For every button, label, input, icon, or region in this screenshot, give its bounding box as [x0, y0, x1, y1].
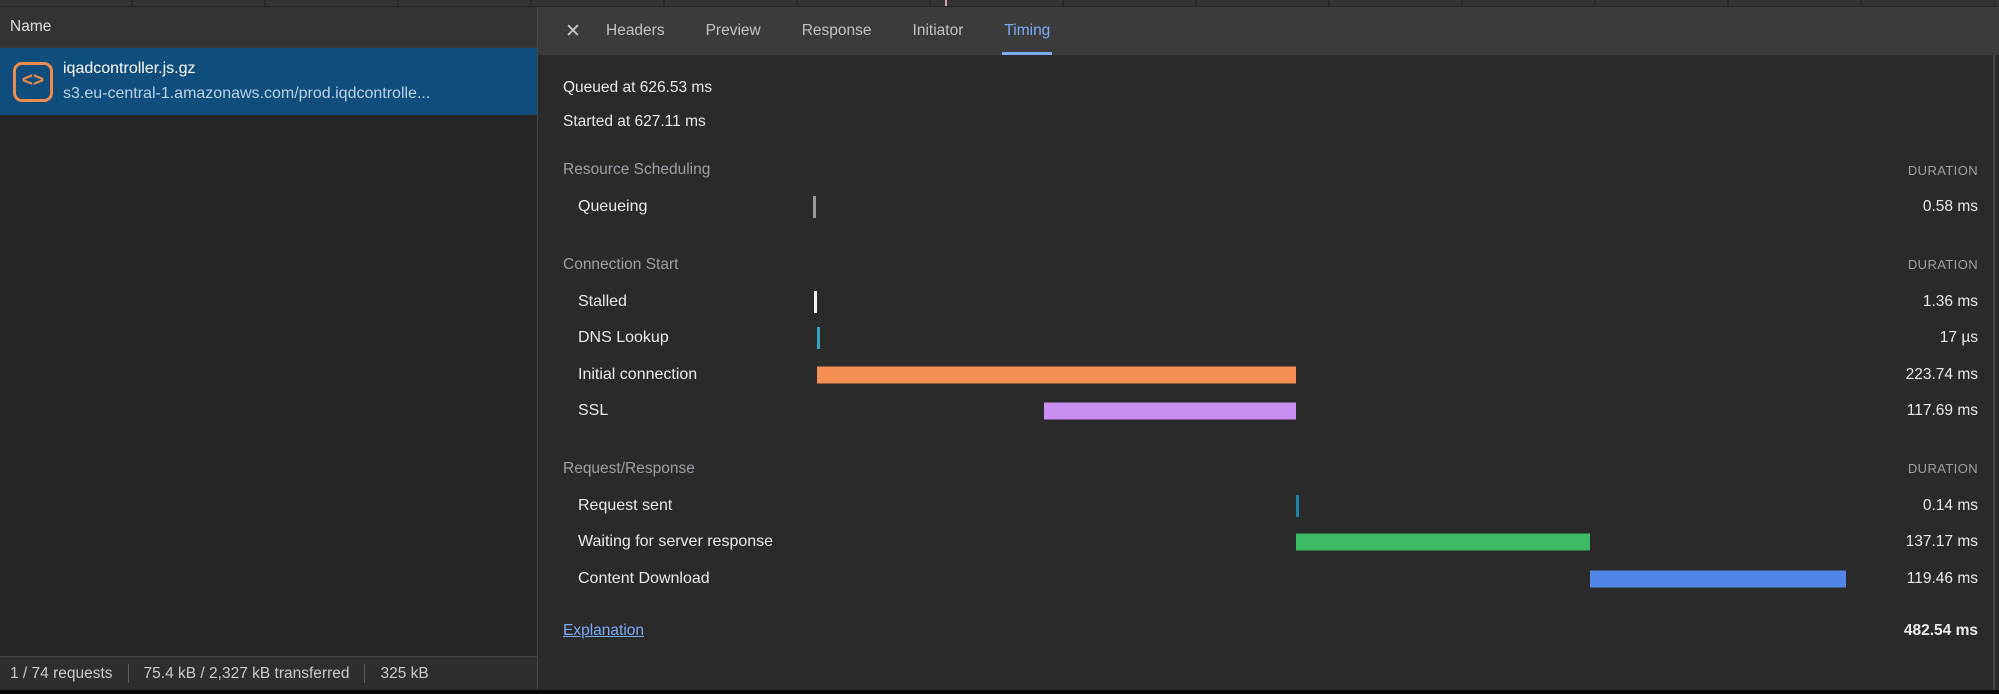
tab-initiator[interactable]: Initiator	[911, 7, 966, 55]
timing-row-label: Queueing	[578, 198, 648, 216]
timing-tab-content: Queued at 626.53 ms Started at 627.11 ms…	[538, 55, 1999, 640]
timing-row-label: DNS Lookup	[578, 329, 669, 347]
timing-row-label: SSL	[578, 402, 609, 420]
name-column-header[interactable]: Name	[0, 7, 537, 48]
timing-section: Connection Start DURATION Stalled 1.36 ms DN…	[563, 253, 1978, 430]
timing-row-track	[813, 529, 1846, 555]
timing-section-header: Request/Response DURATION	[563, 457, 1978, 481]
tab-preview[interactable]: Preview	[704, 7, 763, 55]
timing-sections: Resource Scheduling DURATION Queueing 0.58 …	[563, 158, 1978, 597]
status-item: 75.4 kB / 2,327 kB transferred	[143, 664, 350, 682]
close-icon[interactable]: ✕	[552, 7, 594, 55]
name-column-label: Name	[10, 18, 52, 35]
timing-row-track	[813, 493, 1846, 519]
timing-row-value: 117.69 ms	[1906, 402, 1978, 420]
timing-bar-dns-lookup	[817, 327, 821, 350]
timing-row-value: 119.46 ms	[1906, 569, 1978, 587]
timing-row: Initial connection 223.74 ms	[563, 357, 1978, 394]
timing-row: DNS Lookup 17 µs	[563, 320, 1978, 357]
timing-row-track	[813, 325, 1846, 351]
tab-response[interactable]: Response	[800, 7, 874, 55]
timing-row: Stalled 1.36 ms	[563, 284, 1978, 321]
tab-timing[interactable]: Timing	[1002, 7, 1053, 55]
explanation-link[interactable]: Explanation	[563, 622, 644, 640]
timing-bar-waiting-for-server-response	[1296, 533, 1591, 551]
timing-bar-queueing	[813, 196, 816, 219]
timing-row-value: 223.74 ms	[1905, 365, 1978, 383]
request-details-pane: ✕ Headers Preview Response Initiator Timing …	[537, 7, 1999, 690]
timing-row-track	[813, 362, 1846, 388]
timing-bar-stalled	[814, 290, 818, 313]
status-divider	[127, 664, 129, 683]
requests-list-panel: Name <> iqadcontroller.js.gz s3.eu-centr…	[0, 7, 537, 690]
network-summary-bar: 1 / 74 requests 75.4 kB / 2,327 kB transf…	[0, 656, 537, 690]
timing-row-label: Stalled	[578, 292, 627, 310]
timing-section-header: Resource Scheduling DURATION	[563, 158, 1978, 182]
status-item: 325 kB	[380, 664, 429, 682]
scrollbar[interactable]	[1993, 55, 1995, 690]
timing-row-label: Request sent	[578, 496, 673, 514]
duration-column-header: DURATION	[1907, 257, 1978, 273]
window-bottom-edge	[0, 690, 1999, 694]
timing-bar-ssl	[1044, 402, 1297, 420]
request-text: iqadcontroller.js.gz s3.eu-central-1.ama…	[63, 57, 529, 107]
queued-at-line: Queued at 626.53 ms	[563, 79, 713, 96]
timing-row: Waiting for server response 137.17 ms	[563, 524, 1978, 561]
request-url: s3.eu-central-1.amazonaws.com/prod.iqdco…	[63, 84, 431, 102]
tabs-container: Headers Preview Response Initiator Timing	[604, 7, 1053, 55]
tab-bar: ✕ Headers Preview Response Initiator Timing	[538, 7, 1999, 55]
timing-row-value: 0.14 ms	[1922, 496, 1978, 514]
started-at-line: Started at 627.11 ms	[563, 112, 706, 130]
network-overview-strip[interactable]	[0, 0, 1999, 7]
timing-row-value: 1.36 ms	[1922, 292, 1978, 310]
timing-row-label: Content Download	[578, 569, 710, 587]
timing-section-title: Resource Scheduling	[563, 161, 711, 179]
request-row-selected[interactable]: <> iqadcontroller.js.gz s3.eu-central-1.…	[0, 48, 537, 115]
timing-section-header: Connection Start DURATION	[563, 253, 1978, 277]
duration-column-header: DURATION	[1907, 162, 1978, 178]
timing-row-track	[813, 289, 1846, 315]
timing-row-track	[813, 194, 1846, 220]
timing-footer: Explanation 482.54 ms	[563, 622, 1978, 640]
timing-row-value: 0.58 ms	[1922, 198, 1978, 216]
timing-row-label: Initial connection	[578, 365, 698, 383]
timing-row-label: Waiting for server response	[578, 533, 774, 551]
timing-row-track	[813, 566, 1846, 592]
overview-event-marker	[945, 0, 947, 6]
script-file-icon: <>	[13, 61, 53, 102]
timing-bar-request-sent	[1296, 494, 1300, 517]
timing-row: Content Download 119.46 ms	[563, 561, 1978, 598]
tab-headers[interactable]: Headers	[604, 7, 667, 55]
duration-column-header: DURATION	[1907, 461, 1978, 477]
timing-bar-content-download	[1590, 570, 1846, 588]
request-name: iqadcontroller.js.gz	[63, 59, 196, 77]
timing-row-track	[813, 398, 1846, 424]
devtools-network-panel: Name <> iqadcontroller.js.gz s3.eu-centr…	[0, 0, 1999, 694]
timing-section-title: Request/Response	[563, 459, 695, 477]
timing-row-value: 137.17 ms	[1905, 533, 1978, 551]
total-duration-value: 482.54 ms	[1903, 622, 1978, 640]
timing-bar-initial-connection	[817, 366, 1297, 384]
status-item: 1 / 74 requests	[10, 664, 113, 682]
timing-row: Request sent 0.14 ms	[563, 488, 1978, 525]
timing-section: Request/Response DURATION Request sent 0.14…	[563, 457, 1978, 598]
timing-section: Resource Scheduling DURATION Queueing 0.58 …	[563, 158, 1978, 226]
timing-row: Queueing 0.58 ms	[563, 189, 1978, 226]
status-divider	[364, 664, 366, 683]
timing-row-value: 17 µs	[1939, 329, 1978, 347]
timing-section-title: Connection Start	[563, 255, 679, 273]
timing-row: SSL 117.69 ms	[563, 393, 1978, 430]
